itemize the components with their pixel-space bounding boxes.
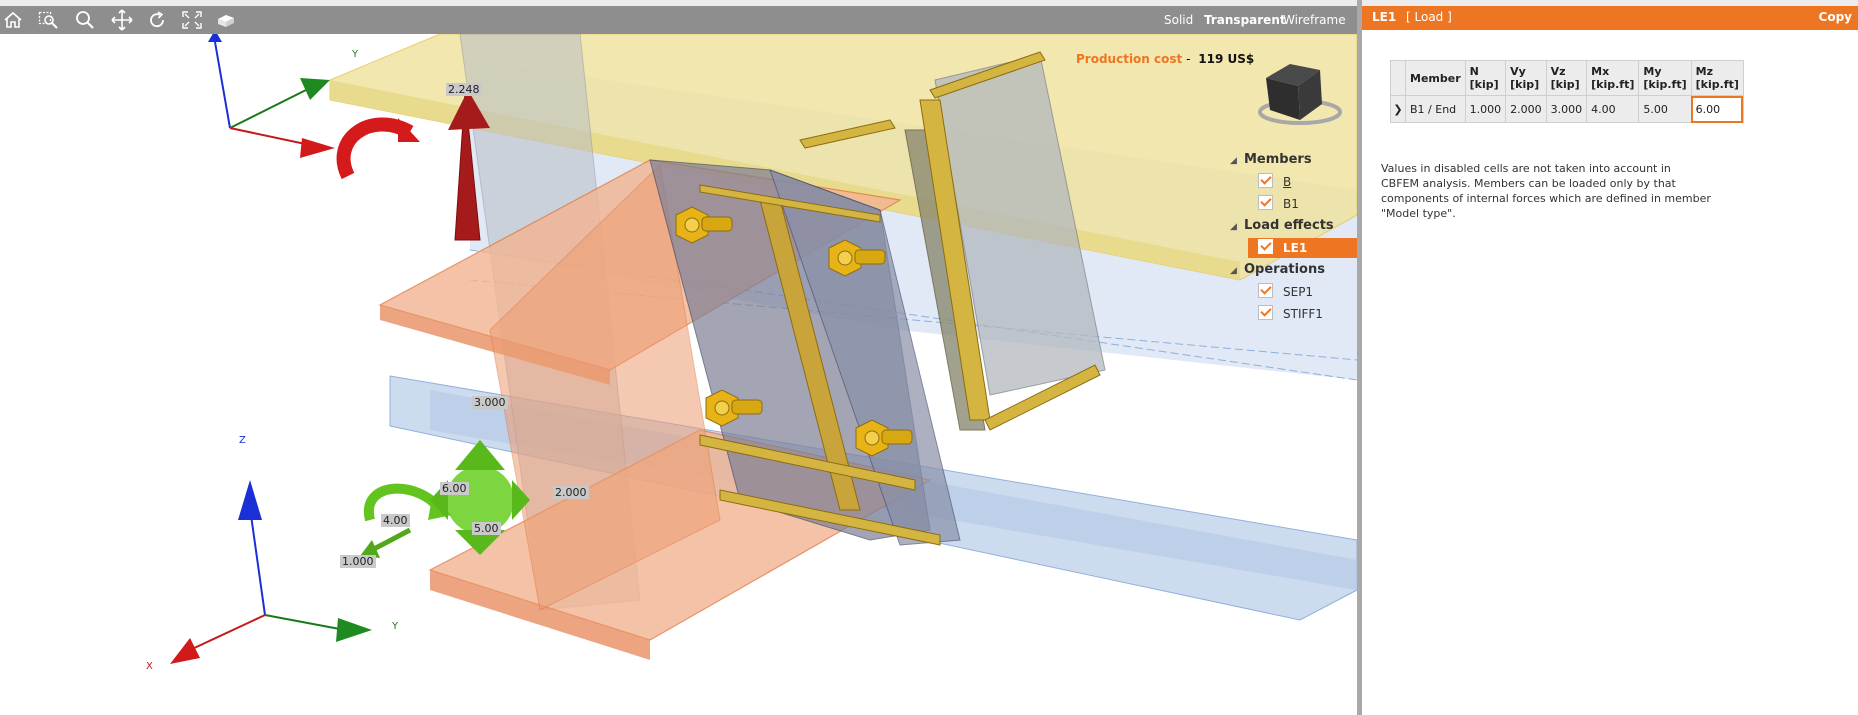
header-vz: Vz [kip] <box>1545 60 1588 96</box>
checkbox-b1[interactable] <box>1258 195 1273 210</box>
tree-group-members[interactable]: ◢ Members <box>1230 150 1312 170</box>
load-value-my: 5.00 <box>472 522 501 535</box>
cell-vz[interactable]: 3.000 <box>1545 95 1588 123</box>
production-cost: Production cost - 119 US$ <box>1076 52 1254 66</box>
row-expander-icon[interactable]: ❯ <box>1390 95 1406 123</box>
panel-header: LE1 [ Load ] Copy <box>1362 6 1858 30</box>
tree-item-stiff1[interactable]: STIFF1 <box>1258 304 1323 324</box>
load-value-vy: 2.000 <box>553 486 589 499</box>
header-mz: Mz [kip.ft] <box>1690 60 1744 96</box>
load-value-vz: 3.000 <box>472 396 508 409</box>
tree-item-sep1[interactable]: SEP1 <box>1258 282 1313 302</box>
checkbox-sep1[interactable] <box>1258 283 1273 298</box>
app-window: Solid Transparent Wireframe Y Z Y X 2.24… <box>0 0 1858 715</box>
header-n: N [kip] <box>1464 60 1507 96</box>
viewport-toolbar: Solid Transparent Wireframe <box>0 6 1357 34</box>
3d-viewport[interactable]: Solid Transparent Wireframe Y Z Y X 2.24… <box>0 0 1357 715</box>
load-value-mz: 6.00 <box>440 482 469 495</box>
checkbox-stiff1[interactable] <box>1258 305 1273 320</box>
checkbox-le1[interactable] <box>1258 239 1273 254</box>
table-row[interactable]: ❯ B1 / End 1.000 2.000 3.000 4.00 5.00 6… <box>1390 95 1744 123</box>
copy-button[interactable]: Copy <box>1819 10 1852 24</box>
production-cost-separator: - <box>1186 52 1191 66</box>
panel-title: LE1 <box>1372 10 1397 24</box>
tree-item-b[interactable]: B <box>1258 172 1291 192</box>
collapse-icon[interactable]: ◢ <box>1230 217 1244 237</box>
local-axes <box>170 480 372 664</box>
cell-mz[interactable]: 6.00 <box>1690 95 1744 123</box>
tree-group-operations[interactable]: ◢ Operations <box>1230 260 1325 280</box>
info-note: Values in disabled cells are not taken i… <box>1381 162 1711 220</box>
cell-mx[interactable]: 4.00 <box>1586 95 1640 123</box>
cell-vy[interactable]: 2.000 <box>1505 95 1547 123</box>
zoom-extents-icon[interactable] <box>180 9 204 31</box>
header-vy: Vy [kip] <box>1505 60 1547 96</box>
cell-my[interactable]: 5.00 <box>1638 95 1692 123</box>
panel-subtitle: [ Load ] <box>1406 10 1452 24</box>
axis-label-y-top: Y <box>352 49 359 60</box>
load-value-mx: 4.00 <box>381 514 410 527</box>
properties-panel: LE1 [ Load ] Copy Member N [kip] Vy [kip] … <box>1362 0 1858 715</box>
3d-model[interactable] <box>0 34 1357 715</box>
cell-n[interactable]: 1.000 <box>1464 95 1507 123</box>
header-member: Member <box>1405 60 1466 96</box>
production-cost-value: 119 US$ <box>1198 52 1255 66</box>
load-value-n: 1.000 <box>340 555 376 568</box>
production-cost-label: Production cost <box>1076 52 1183 66</box>
header-mx: Mx [kip.ft] <box>1586 60 1640 96</box>
checkbox-b[interactable] <box>1258 173 1273 188</box>
view-mode-transparent[interactable]: Transparent <box>1204 11 1286 29</box>
view-mode-wireframe[interactable]: Wireframe <box>1283 11 1346 29</box>
zoom-window-icon[interactable] <box>37 9 61 31</box>
tree-group-load-effects[interactable]: ◢ Load effects <box>1230 216 1334 236</box>
zoom-icon[interactable] <box>73 9 97 31</box>
axis-label-x: X <box>146 661 153 672</box>
rotate-icon[interactable] <box>145 9 169 31</box>
load-table: Member N [kip] Vy [kip] Vz [kip] Mx [kip.ft]… <box>1390 60 1744 123</box>
collapse-icon[interactable]: ◢ <box>1230 261 1244 281</box>
collapse-icon[interactable]: ◢ <box>1230 151 1244 171</box>
global-axes <box>208 34 335 158</box>
tree-item-le1[interactable]: LE1 <box>1248 238 1357 258</box>
header-my: My [kip.ft] <box>1638 60 1692 96</box>
cell-member[interactable]: B1 / End <box>1405 95 1466 123</box>
view-mode-solid[interactable]: Solid <box>1164 11 1193 29</box>
load-value-top: 2.248 <box>446 83 482 96</box>
axis-label-y: Y <box>392 621 399 632</box>
pan-icon[interactable] <box>110 9 134 31</box>
table-header-row: Member N [kip] Vy [kip] Vz [kip] Mx [kip.ft]… <box>1390 60 1744 96</box>
table-header-expander <box>1390 60 1406 96</box>
home-icon[interactable] <box>1 9 25 31</box>
tree-item-b1[interactable]: B1 <box>1258 194 1299 214</box>
view-cube-icon[interactable] <box>214 9 238 31</box>
axis-label-z: Z <box>239 435 246 446</box>
